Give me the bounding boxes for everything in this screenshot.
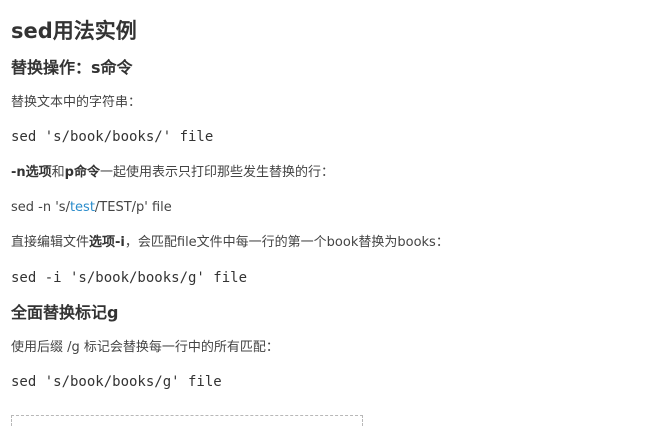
inplace-lead: 直接编辑文件 — [11, 235, 90, 250]
dashed-box-edge — [11, 415, 363, 426]
n-option-command-suffix: /TEST/p' file — [94, 200, 172, 215]
inplace-description: 直接编辑文件选项-i，会匹配file文件中每一行的第一个book替换为books… — [11, 233, 449, 253]
inplace-option-term: 选项-i — [89, 235, 125, 250]
n-option-description: -n选项和p命令一起使用表示只打印那些发生替换的行： — [11, 163, 334, 183]
p-command-term: p命令 — [64, 165, 100, 180]
n-option-connector: 和 — [51, 165, 65, 180]
code-inplace: sed -i 's/book/books/g' file — [11, 270, 248, 286]
n-option-command: sed -n 's/test/TEST/p' file — [11, 198, 172, 218]
inplace-rest: ，会匹配file文件中每一行的第一个book替换为books： — [124, 235, 449, 250]
replace-intro-text: 替换文本中的字符串： — [11, 95, 142, 110]
page-title: sed用法实例 — [11, 19, 137, 43]
section-heading-replace: 替换操作：s命令 — [11, 58, 133, 77]
global-intro-text: 使用后缀 /g 标记会替换每一行中的所有匹配： — [11, 340, 279, 355]
n-option-command-prefix: sed -n 's/ — [11, 200, 70, 215]
code-replace-basic: sed 's/book/books/' file — [11, 129, 214, 145]
test-keyword-link[interactable]: test — [70, 200, 95, 215]
code-global: sed 's/book/books/g' file — [11, 374, 222, 390]
n-option-rest: 一起使用表示只打印那些发生替换的行： — [99, 165, 334, 180]
n-option-term: -n选项 — [11, 165, 52, 180]
section-heading-global: 全面替换标记g — [11, 303, 119, 322]
